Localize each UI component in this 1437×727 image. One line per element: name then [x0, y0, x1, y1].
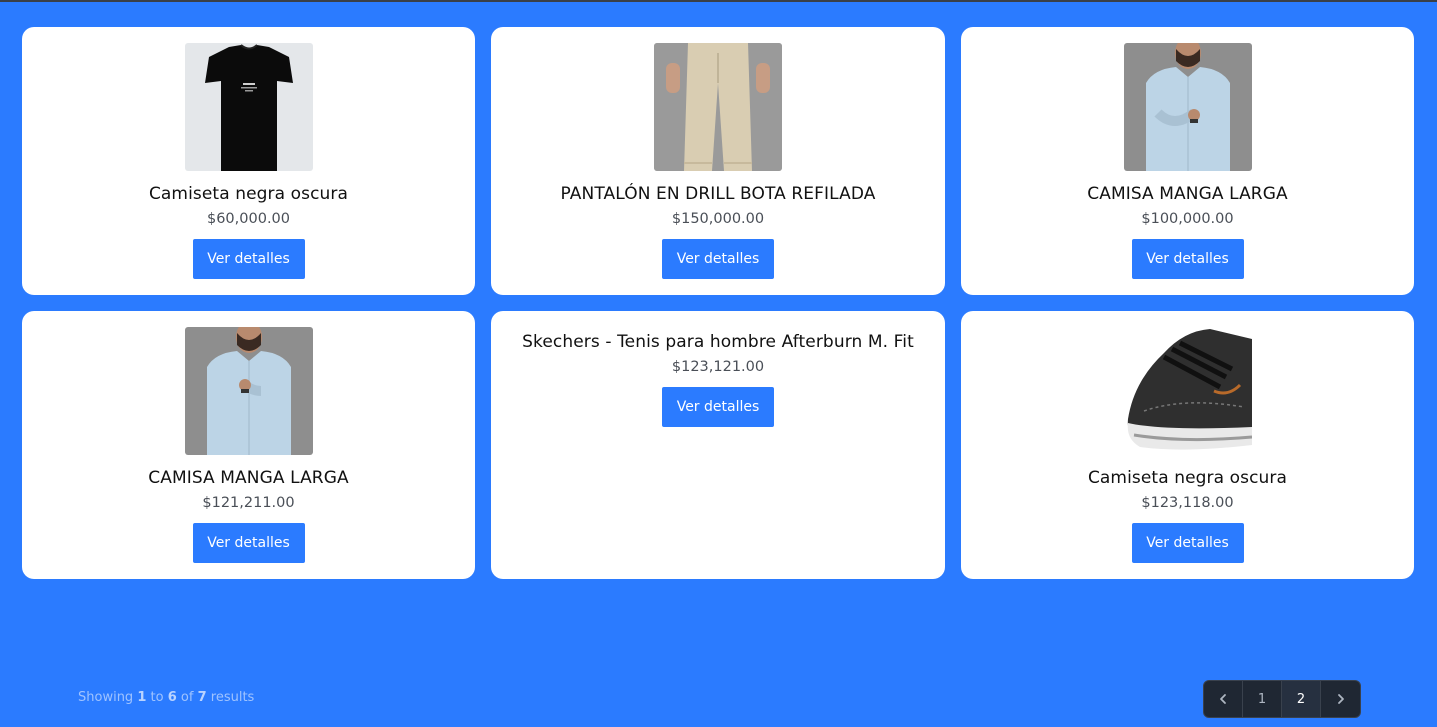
- product-card: Camiseta negra oscura $123,118.00 Ver de…: [961, 311, 1414, 579]
- product-price: $150,000.00: [671, 211, 765, 227]
- product-price: $123,118.00: [1141, 495, 1234, 511]
- product-price: $121,211.00: [202, 495, 295, 511]
- product-price: $100,000.00: [1141, 211, 1234, 227]
- product-card: Skechers - Tenis para hombre Afterburn M…: [491, 311, 945, 579]
- product-price: $60,000.00: [206, 211, 291, 227]
- product-image-black-sneaker[interactable]: [1123, 327, 1252, 455]
- view-details-button[interactable]: Ver detalles: [662, 387, 774, 427]
- page-button-1[interactable]: 1: [1243, 681, 1282, 717]
- view-details-button[interactable]: Ver detalles: [1131, 523, 1244, 563]
- page-button-2[interactable]: 2: [1282, 681, 1321, 717]
- chevron-right-icon: [1337, 694, 1344, 704]
- product-title: PANTALÓN EN DRILL BOTA REFILADA: [560, 184, 876, 204]
- product-image-lightblue-shirt[interactable]: [1123, 43, 1252, 171]
- results-summary: Showing 1 to 6 of 7 results: [78, 690, 254, 705]
- product-image-black-tshirt[interactable]: [184, 43, 313, 171]
- product-card: CAMISA MANGA LARGA $100,000.00 Ver detal…: [961, 27, 1414, 295]
- results-total: 7: [197, 690, 207, 705]
- view-details-button[interactable]: Ver detalles: [192, 523, 305, 563]
- product-grid: Camiseta negra oscura $60,000.00 Ver det…: [22, 27, 1414, 579]
- chevron-left-icon: [1220, 694, 1226, 704]
- product-title: CAMISA MANGA LARGA: [1087, 184, 1288, 204]
- product-title: CAMISA MANGA LARGA: [148, 468, 349, 488]
- showing-label: Showing: [78, 690, 134, 705]
- pagination: 1 2: [1203, 680, 1361, 718]
- results-label: results: [210, 690, 255, 705]
- top-border: [0, 0, 1437, 2]
- view-details-button[interactable]: Ver detalles: [1131, 239, 1244, 279]
- results-from: 1: [137, 690, 147, 705]
- product-card: Camiseta negra oscura $60,000.00 Ver det…: [22, 27, 475, 295]
- view-details-button[interactable]: Ver detalles: [662, 239, 774, 279]
- view-details-button[interactable]: Ver detalles: [192, 239, 305, 279]
- results-to: 6: [167, 690, 177, 705]
- product-title: Skechers - Tenis para hombre Afterburn M…: [522, 332, 914, 352]
- product-card: CAMISA MANGA LARGA $121,211.00 Ver detal…: [22, 311, 475, 579]
- product-image-beige-pants[interactable]: [654, 43, 782, 171]
- product-title: Camiseta negra oscura: [1087, 468, 1288, 488]
- product-title: Camiseta negra oscura: [148, 184, 349, 204]
- product-image-lightblue-shirt[interactable]: [184, 327, 313, 455]
- of-label: of: [180, 690, 194, 705]
- product-price: $123,121.00: [671, 359, 765, 375]
- previous-page-button[interactable]: [1204, 681, 1243, 717]
- product-card: PANTALÓN EN DRILL BOTA REFILADA $150,000…: [491, 27, 945, 295]
- to-label: to: [150, 690, 164, 705]
- next-page-button[interactable]: [1321, 681, 1360, 717]
